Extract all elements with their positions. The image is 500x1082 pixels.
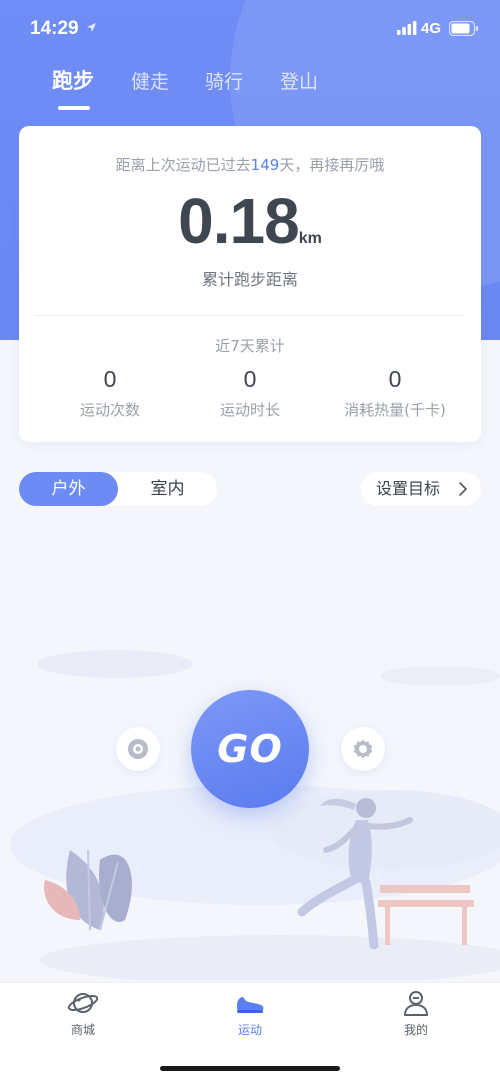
set-goal-label: 设置目标 <box>376 479 441 498</box>
days-since-count: 149 <box>250 156 280 174</box>
last-workout-message: 距离上次运动已过去149天，再接再厉哦 <box>19 154 481 175</box>
tab-running[interactable]: 跑步 <box>52 65 94 95</box>
nav-item-sport[interactable]: 运动 <box>200 989 300 1038</box>
tab-hiking[interactable]: 登山 <box>280 67 318 94</box>
nav-label-mall: 商城 <box>70 1023 95 1037</box>
distance-unit: km <box>298 230 322 247</box>
environment-toggle: 户外 室内 <box>19 472 217 506</box>
signal-icon <box>397 21 417 35</box>
stat-label: 运动次数 <box>79 401 140 419</box>
battery-icon <box>449 21 478 36</box>
stat-label: 消耗热量(千卡) <box>344 401 446 419</box>
last-workout-prefix: 距离上次运动已过去 <box>115 156 251 174</box>
music-button[interactable] <box>116 727 160 771</box>
toggle-indoor[interactable]: 室内 <box>118 472 217 506</box>
location-arrow-icon <box>87 23 96 32</box>
stat-workout-count: 0 运动次数 <box>30 366 190 420</box>
tab-cycling[interactable]: 骑行 <box>205 67 243 94</box>
distance-caption: 累计跑步距离 <box>201 270 298 289</box>
start-workout-button[interactable]: GO <box>191 690 309 808</box>
stat-value: 0 <box>103 366 117 392</box>
nav-label-sport: 运动 <box>237 1023 262 1037</box>
stat-workout-duration: 0 运动时长 <box>170 366 330 420</box>
weekly-summary-title: 近7天累计 <box>215 337 285 355</box>
settings-button[interactable] <box>341 727 385 771</box>
tab-walking[interactable]: 健走 <box>131 67 169 94</box>
stat-value: 0 <box>243 366 257 392</box>
nav-item-mall[interactable]: 商城 <box>33 989 133 1038</box>
last-workout-suffix: 天，再接再厉哦 <box>279 156 385 174</box>
go-label: GO <box>217 727 283 771</box>
planet-icon <box>67 993 99 1013</box>
profile-icon <box>403 991 429 1016</box>
total-distance: 0.18km <box>19 184 481 258</box>
gear-icon <box>353 739 373 759</box>
active-tab-indicator <box>58 106 90 110</box>
sport-type-tabs: 跑步 健走 骑行 登山 <box>0 60 500 110</box>
status-bar: 14:29 4G <box>0 0 500 58</box>
nav-item-profile[interactable]: 我的 <box>366 989 466 1038</box>
toggle-outdoor[interactable]: 户外 <box>19 472 118 506</box>
home-indicator <box>160 1066 340 1071</box>
distance-value: 0.18 <box>178 185 300 257</box>
disc-icon <box>128 739 148 759</box>
running-summary-card: 距离上次运动已过去149天，再接再厉哦 0.18km 累计跑步距离 近7天累计 … <box>19 126 481 442</box>
network-type: 4G <box>421 20 442 37</box>
shoe-icon <box>237 997 264 1013</box>
nav-label-profile: 我的 <box>403 1023 428 1037</box>
stat-calories: 0 消耗热量(千卡) <box>315 366 475 420</box>
set-goal-button[interactable]: 设置目标 <box>361 472 481 506</box>
stat-value: 0 <box>388 366 402 392</box>
stat-label: 运动时长 <box>219 401 280 419</box>
status-time: 14:29 <box>30 18 79 39</box>
card-divider <box>35 315 465 316</box>
chevron-right-icon <box>459 482 467 496</box>
